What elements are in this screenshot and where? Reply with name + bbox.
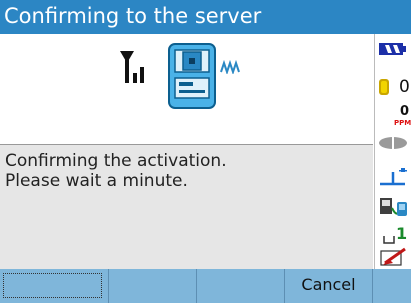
softkey-2[interactable] bbox=[109, 269, 197, 303]
message-line-2: Please wait a minute. bbox=[5, 171, 188, 191]
wireless-waves-icon bbox=[220, 60, 240, 74]
prism-icon bbox=[379, 79, 389, 95]
level-icon bbox=[383, 236, 395, 244]
status-panel bbox=[0, 34, 373, 144]
target-icon bbox=[380, 168, 407, 186]
message-area: Confirming the activation. Please wait a… bbox=[0, 144, 373, 270]
status-sidebar: 0 0 PPM 1 bbox=[374, 34, 411, 269]
status-message: Confirming the activation. Please wait a… bbox=[5, 151, 227, 191]
device-link-icon bbox=[380, 198, 407, 216]
ppm-value: 0 bbox=[400, 104, 410, 119]
ppm-label: PPM bbox=[394, 119, 411, 127]
softkey-5[interactable] bbox=[373, 269, 411, 303]
title-bar: Confirming to the server bbox=[0, 0, 411, 34]
softkey-1[interactable] bbox=[0, 269, 109, 303]
total-station-icon bbox=[168, 43, 216, 109]
window-title: Confirming to the server bbox=[4, 4, 262, 28]
cancel-button-label: Cancel bbox=[301, 275, 356, 294]
pen-icon bbox=[380, 247, 406, 266]
focus-outline bbox=[3, 273, 102, 298]
level-value: 1 bbox=[396, 224, 408, 243]
prism-constant-value: 0 bbox=[399, 77, 410, 97]
ppm-icon bbox=[379, 137, 407, 149]
antenna-signal-icon bbox=[120, 51, 144, 83]
battery-icon bbox=[379, 43, 406, 55]
message-line-1: Confirming the activation. bbox=[5, 151, 227, 171]
softkey-3[interactable] bbox=[197, 269, 285, 303]
cancel-button[interactable]: Cancel bbox=[285, 269, 373, 303]
